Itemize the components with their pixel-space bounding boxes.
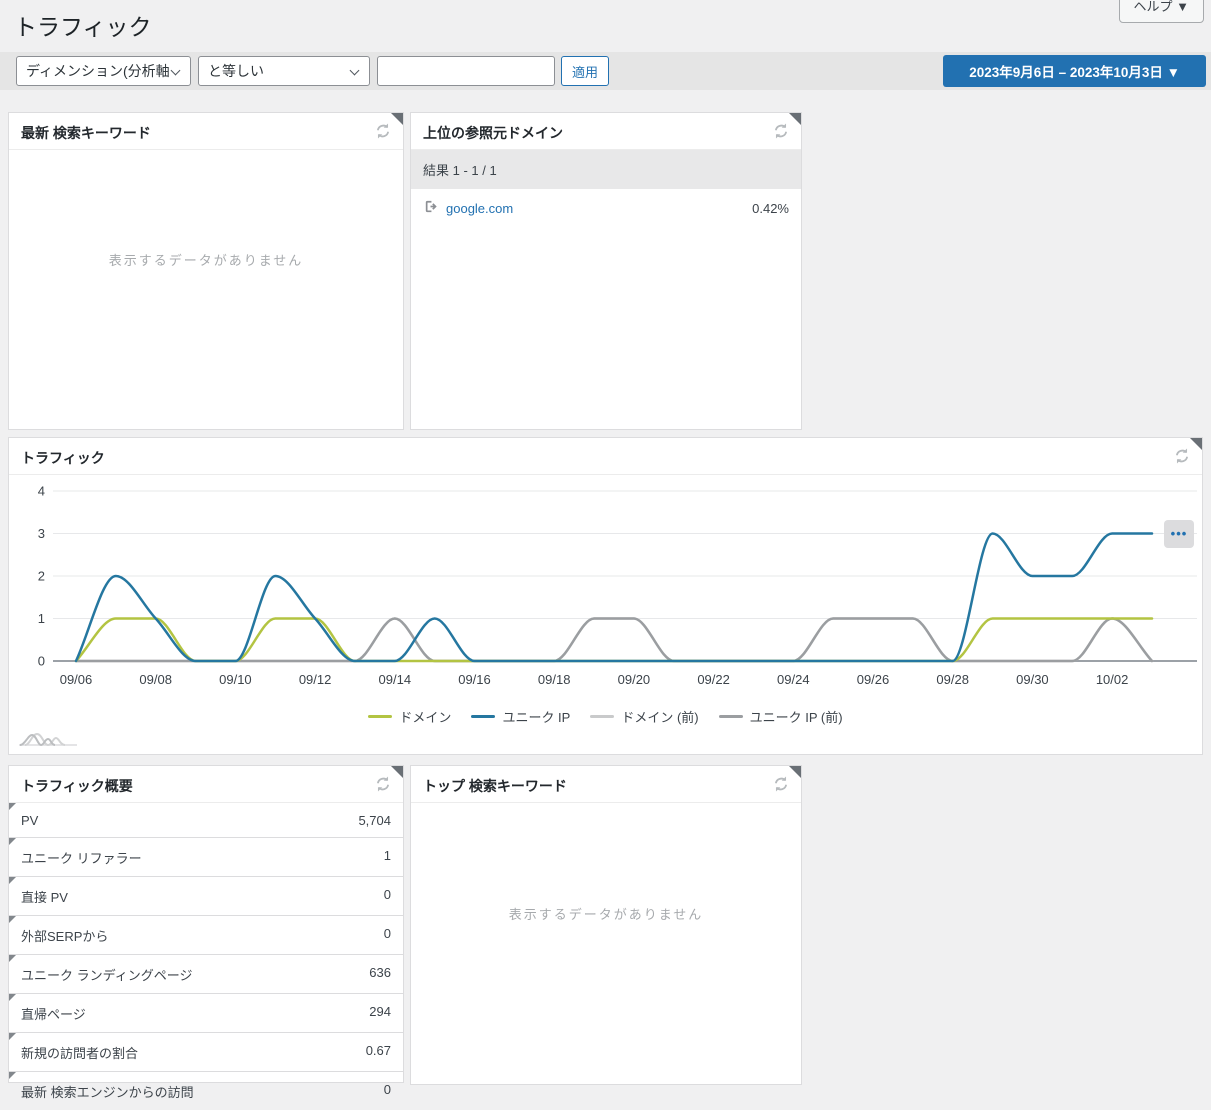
referrer-percent: 0.42% xyxy=(752,201,789,216)
refresh-icon[interactable] xyxy=(374,775,392,793)
tooltip-corner-icon xyxy=(9,1033,16,1040)
svg-text:09/18: 09/18 xyxy=(538,672,571,687)
summary-row: 新規の訪問者の割合 0.67 xyxy=(9,1032,403,1071)
external-link-icon xyxy=(423,199,438,217)
summary-label: 直接 PV xyxy=(21,887,68,906)
summary-label: 直帰ページ xyxy=(21,1004,86,1023)
legend-item[interactable]: ユニーク IP xyxy=(471,707,570,726)
summary-row: 直帰ページ 294 xyxy=(9,993,403,1032)
tooltip-corner-icon xyxy=(9,877,16,884)
summary-row: PV 5,704 xyxy=(9,803,403,837)
legend-swatch xyxy=(719,715,743,718)
empty-state-text: 表示するデータがありません xyxy=(9,150,403,429)
summary-value: 0.67 xyxy=(366,1043,391,1062)
panel-title: トラフィック概要 xyxy=(21,778,133,794)
svg-text:09/16: 09/16 xyxy=(458,672,491,687)
svg-text:09/10: 09/10 xyxy=(219,672,252,687)
svg-text:09/28: 09/28 xyxy=(936,672,969,687)
panel-traffic-summary: トラフィック概要 PV5,704ユニーク リファラー1直接 PV0外部SERPか… xyxy=(8,765,404,1083)
summary-row: 外部SERPから 0 xyxy=(9,915,403,954)
legend-label: ユニーク IP xyxy=(502,707,570,726)
operator-select[interactable]: と等しい xyxy=(198,56,370,86)
summary-row: 最新 検索エンジンからの訪問0 xyxy=(9,1071,403,1110)
page-title: トラフィック xyxy=(14,8,152,42)
svg-text:09/14: 09/14 xyxy=(379,672,412,687)
svg-text:09/20: 09/20 xyxy=(618,672,651,687)
panel-top-referring-domains: 上位の参照元ドメイン 結果 1 - 1 / 1 google.com 0.42% xyxy=(410,112,802,430)
chevron-down-icon xyxy=(350,66,360,76)
dimension-select[interactable]: ディメンション(分析軸 xyxy=(16,56,191,86)
svg-text:09/06: 09/06 xyxy=(60,672,93,687)
summary-label: 新規の訪問者の割合 xyxy=(21,1043,138,1062)
svg-text:3: 3 xyxy=(38,526,45,541)
summary-row: ユニーク ランディングページ 636 xyxy=(9,954,403,993)
panel-title: 上位の参照元ドメイン xyxy=(423,125,563,141)
legend-label: ドメイン (前) xyxy=(621,707,698,726)
svg-text:09/12: 09/12 xyxy=(299,672,332,687)
chart-more-options-button[interactable]: ••• xyxy=(1164,520,1194,548)
legend-item[interactable]: ユニーク IP (前) xyxy=(719,707,843,726)
traffic-line-chart: 0 1 2 3 4 09/06 09/08 09/10 09/12 09/14 09/16 09/18… xyxy=(9,475,1202,756)
summary-row: 直接 PV 0 xyxy=(9,876,403,915)
panel-latest-keywords: 最新 検索キーワード 表示するデータがありません xyxy=(8,112,404,430)
summary-label: 外部SERPから xyxy=(21,926,108,945)
tooltip-corner-icon xyxy=(9,803,16,810)
summary-label: PV xyxy=(21,813,38,828)
summary-row: ユニーク リファラー 1 xyxy=(9,837,403,876)
dimension-select-value: ディメンション(分析軸 xyxy=(26,63,170,79)
referrer-domain-link[interactable]: google.com xyxy=(446,201,513,216)
refresh-icon[interactable] xyxy=(1173,447,1191,465)
tooltip-corner-icon xyxy=(9,1072,16,1079)
panel-title: 最新 検索キーワード xyxy=(21,125,151,141)
legend-swatch xyxy=(471,715,495,718)
summary-value: 0 xyxy=(384,926,391,945)
svg-text:4: 4 xyxy=(38,484,45,499)
legend-label: ユニーク IP (前) xyxy=(750,707,843,726)
summary-label: ユニーク リファラー xyxy=(21,848,142,867)
refresh-icon[interactable] xyxy=(772,122,790,140)
panel-title: トラフィック xyxy=(21,450,105,466)
chevron-down-icon xyxy=(171,66,181,76)
results-count-bar: 結果 1 - 1 / 1 xyxy=(411,150,801,189)
summary-value: 636 xyxy=(369,965,391,984)
svg-text:09/22: 09/22 xyxy=(697,672,730,687)
mini-sparkline-icon[interactable] xyxy=(17,727,81,754)
summary-value: 0 xyxy=(384,887,391,906)
legend-swatch xyxy=(590,715,614,718)
svg-text:09/26: 09/26 xyxy=(857,672,890,687)
svg-text:10/02: 10/02 xyxy=(1096,672,1129,687)
apply-button[interactable]: 適用 xyxy=(561,56,609,86)
tooltip-corner-icon xyxy=(9,994,16,1001)
panel-top-keywords: トップ 検索キーワード 表示するデータがありません xyxy=(410,765,802,1085)
svg-text:09/24: 09/24 xyxy=(777,672,810,687)
svg-text:0: 0 xyxy=(38,654,45,669)
legend-item[interactable]: ドメイン (前) xyxy=(590,707,698,726)
panel-traffic-chart: トラフィック 0 1 2 3 4 09/06 09/08 09/10 09/12 09/14 09/… xyxy=(8,437,1203,755)
legend-item[interactable]: ドメイン xyxy=(368,707,451,726)
summary-value: 294 xyxy=(369,1004,391,1023)
summary-value: 1 xyxy=(384,848,391,867)
summary-value: 5,704 xyxy=(358,813,391,828)
chart-legend: ドメイン ユニーク IP ドメイン (前) ユニーク IP (前) xyxy=(9,707,1202,726)
svg-text:09/08: 09/08 xyxy=(139,672,172,687)
svg-text:1: 1 xyxy=(38,611,45,626)
legend-swatch xyxy=(368,715,392,718)
date-range-button[interactable]: 2023年9月6日 – 2023年10月3日 ▼ xyxy=(943,55,1206,87)
legend-label: ドメイン xyxy=(399,707,451,726)
panel-title: トップ 検索キーワード xyxy=(423,778,567,794)
svg-text:2: 2 xyxy=(38,569,45,584)
empty-state-text: 表示するデータがありません xyxy=(411,803,801,1084)
filter-bar: ディメンション(分析軸 と等しい 適用 2023年9月6日 – 2023年10月… xyxy=(0,52,1211,90)
refresh-icon[interactable] xyxy=(374,122,392,140)
tooltip-corner-icon xyxy=(9,838,16,845)
svg-text:09/30: 09/30 xyxy=(1016,672,1049,687)
tooltip-corner-icon xyxy=(9,955,16,962)
help-button[interactable]: ヘルプ ▼ xyxy=(1119,0,1204,23)
tooltip-corner-icon xyxy=(9,916,16,923)
refresh-icon[interactable] xyxy=(772,775,790,793)
filter-value-input[interactable] xyxy=(377,56,555,86)
summary-label: ユニーク ランディングページ xyxy=(21,965,192,984)
referrer-row: google.com 0.42% xyxy=(411,189,801,227)
operator-select-value: と等しい xyxy=(208,63,264,79)
